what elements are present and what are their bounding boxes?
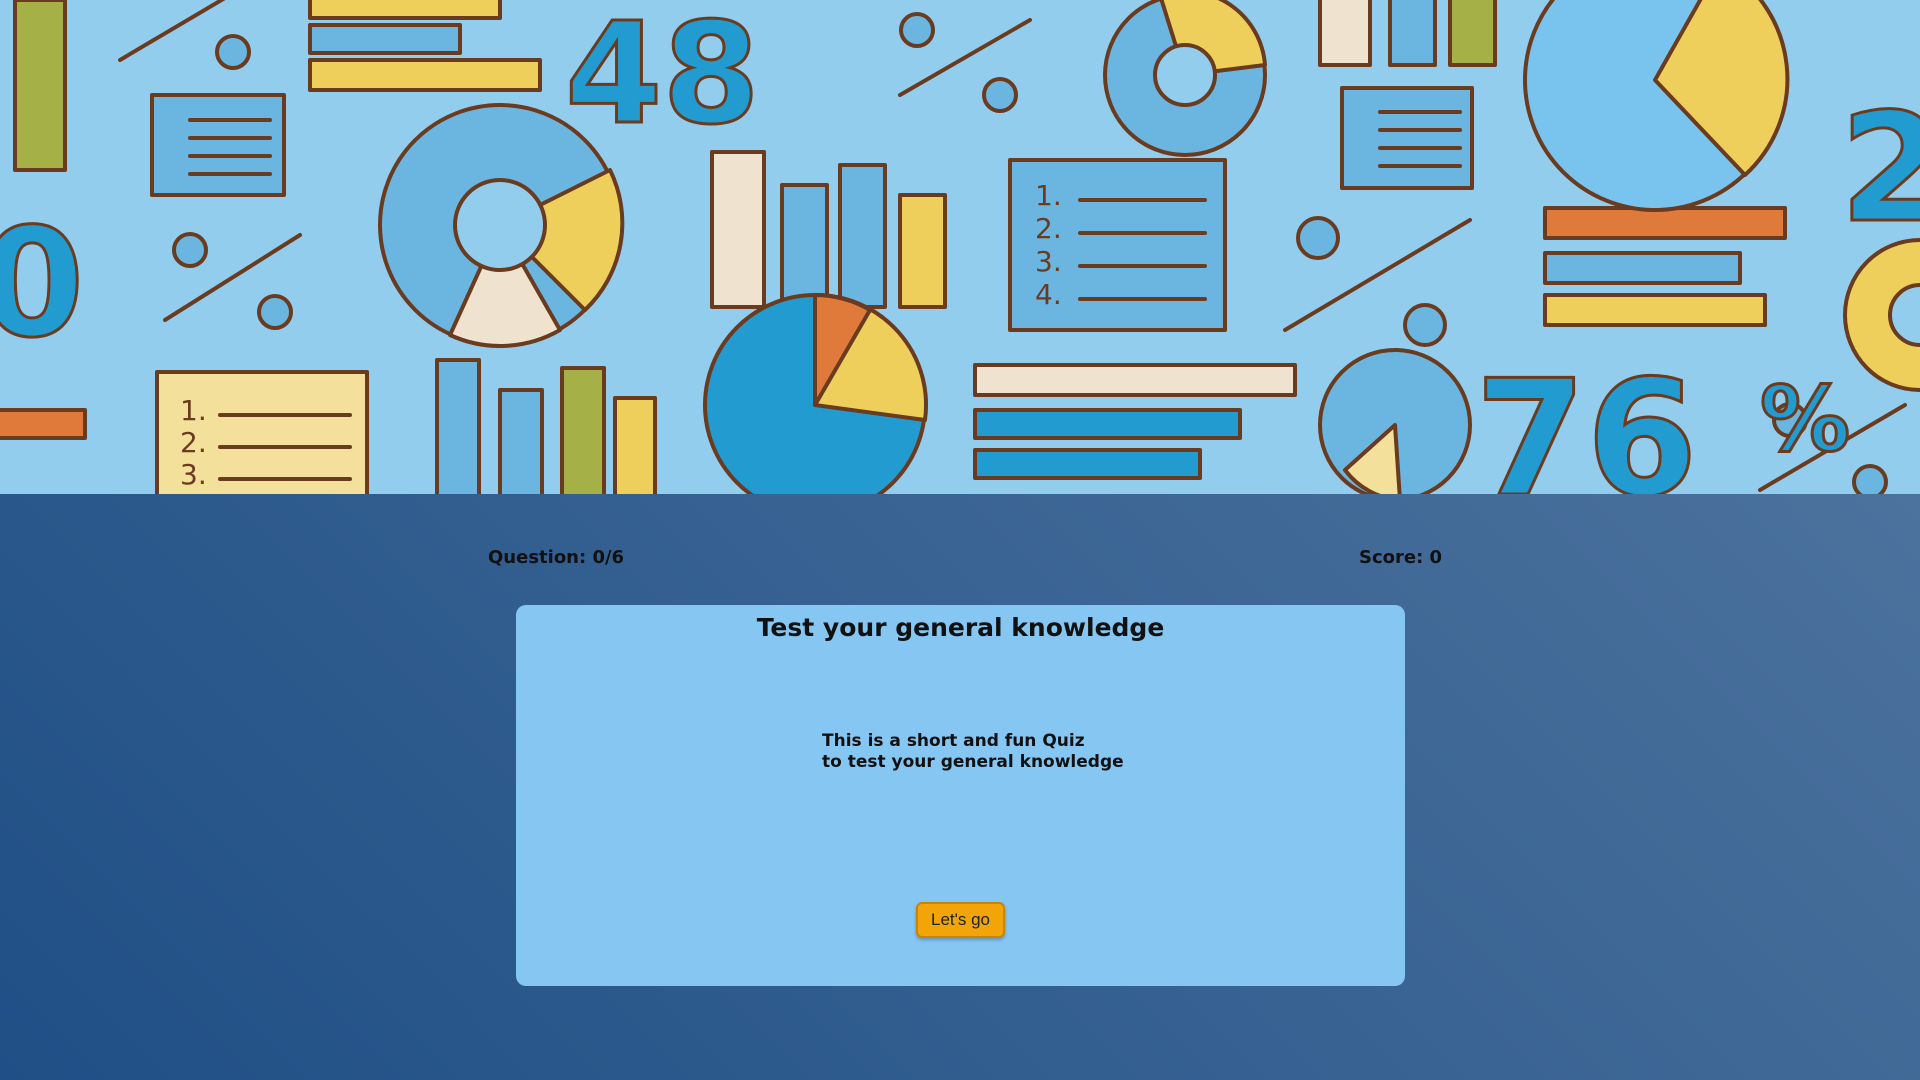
svg-text:2: 2 (1840, 82, 1920, 256)
quiz-description-line-1: This is a short and fun Quiz (822, 731, 1085, 751)
svg-text:3.: 3. (180, 458, 207, 491)
question-counter: Question: 0/6 (488, 547, 625, 568)
quiz-title: Test your general knowledge (756, 613, 1165, 642)
svg-text:2.: 2. (1035, 212, 1062, 245)
svg-text:1.: 1. (1035, 179, 1062, 212)
hero-banner: 48 76 2 0 1. 2. 3. 4. 1. 2. 3. % (0, 0, 1920, 494)
infographic-doodle-illustration: 48 76 2 0 1. 2. 3. 4. 1. 2. 3. % (0, 0, 1920, 494)
svg-text:2.: 2. (180, 426, 207, 459)
score-counter: Score: 0 (1359, 547, 1443, 568)
svg-text:4.: 4. (1035, 278, 1062, 311)
svg-text:3.: 3. (1035, 245, 1062, 278)
quiz-description-line-2: to test your general knowledge (822, 752, 1124, 772)
svg-text:48: 48 (565, 0, 760, 156)
quiz-description: This is a short and fun Quiz to test you… (822, 731, 1124, 773)
svg-text:0: 0 (0, 197, 84, 371)
svg-text:1.: 1. (180, 394, 207, 427)
svg-text:%: % (1760, 367, 1850, 472)
svg-text:76: 76 (1475, 345, 1698, 494)
quiz-intro-card: Test your general knowledge This is a sh… (516, 605, 1405, 986)
start-quiz-button[interactable]: Let's go (916, 902, 1005, 938)
